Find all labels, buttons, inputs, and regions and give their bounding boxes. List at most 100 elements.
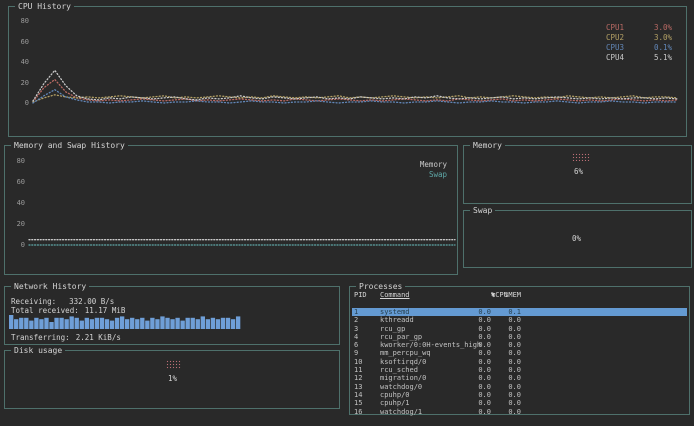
process-cpu: 0.0 [464,399,491,407]
memory-percent: 6% [574,167,583,176]
header-pid[interactable]: PID [354,291,367,299]
network-receiving-chart [9,315,241,329]
legend-value: 3.0% [654,23,672,33]
cpu-ytick-20: 20 [13,80,29,87]
total-received-value: 11.17 MiB [85,306,126,315]
transferring-line: Transferring: 2.21 KiB/s [11,334,121,342]
process-row[interactable]: 10 ksoftirqd/0 0.0 0.0 [352,358,687,366]
memory-swap-chart [27,154,457,254]
cpu-history-chart [31,13,679,117]
process-mem: 0.0 [495,349,521,357]
process-cpu: 0.0 [464,349,491,357]
process-command: rcu_sched [380,366,418,374]
network-history-panel: Network History Receiving:332.00 B/s Tot… [4,286,340,345]
process-row[interactable]: 13 watchdog/0 0.0 0.0 [352,383,687,391]
process-mem: 0.0 [495,408,521,416]
process-command: ksoftirqd/0 [380,358,426,366]
process-row[interactable]: 9 mm_percpu_wq 0.0 0.0 [352,349,687,357]
process-mem: 0.0 [495,333,521,341]
process-mem: 0.0 [495,399,521,407]
legend-row-memory: Memory [420,160,447,170]
process-pid: 16 [354,408,362,416]
receiving-value: 332.00 B/s [69,297,114,306]
memory-gauge-title: Memory [470,141,505,150]
process-pid: 1 [354,308,358,316]
process-cpu: 0.0 [464,325,491,333]
process-mem: 0.0 [495,316,521,324]
cpu-ytick-0: 0 [13,100,29,107]
process-row[interactable]: 3 rcu_gp 0.0 0.0 [352,325,687,333]
cpu-history-title: CPU History [15,2,74,11]
cpu-ytick-40: 40 [13,59,29,66]
mem-ytick-0: 0 [9,242,25,249]
transferring-label: Transferring: [11,333,70,342]
memory-meter [572,153,590,161]
header-mem[interactable]: %MEM [495,291,521,299]
receiving-label: Receiving: [11,297,56,306]
terminal-screen: { "colors": { "background": "#292929", "… [0,0,694,426]
process-rows: 1 systemd 0.0 0.1 2 kthreadd 0.0 0.0 3 r… [352,308,687,416]
mem-ytick-20: 20 [9,221,25,228]
transferring-value: 2.21 KiB/s [76,333,121,342]
process-row[interactable]: 12 migration/0 0.0 0.0 [352,374,687,382]
disk-percent: 1% [168,374,177,383]
process-table-header: PID Command %CPU▼ %MEM [352,291,687,300]
process-command: kthreadd [380,316,414,324]
process-command: watchdog/0 [380,383,422,391]
process-cpu: 0.0 [464,316,491,324]
process-pid: 14 [354,391,362,399]
cpu-history-panel: CPU History 80 60 40 20 0 CPU1 3.0% CPU2… [8,6,687,137]
total-received-label: Total received: [11,306,79,315]
process-mem: 0.0 [495,341,521,349]
process-cpu: 0.0 [464,308,491,316]
mem-ytick-60: 60 [9,179,25,186]
swap-gauge-title: Swap [470,206,495,215]
network-history-title: Network History [11,282,89,291]
process-pid: 10 [354,358,362,366]
process-command: rcu_gp [380,325,405,333]
process-pid: 3 [354,325,358,333]
cpu-legend: CPU1 3.0% CPU2 3.0% CPU3 0.1% CPU4 5.1% [606,23,672,63]
memory-swap-history-panel: Memory and Swap History 80 60 40 20 0 Me… [4,145,458,275]
process-row[interactable]: 1 systemd 0.0 0.1 [352,308,687,316]
memory-swap-legend: Memory Swap [420,160,447,180]
memory-gauge-panel: Memory 6% [463,145,692,204]
process-row[interactable]: 2 kthreadd 0.0 0.0 [352,316,687,324]
process-row[interactable]: 4 rcu_par_gp 0.0 0.0 [352,333,687,341]
process-mem: 0.0 [495,383,521,391]
process-command: cpuhp/1 [380,399,410,407]
legend-row-cpu2: CPU2 3.0% [606,33,672,43]
process-command: mm_percpu_wq [380,349,431,357]
mem-ytick-40: 40 [9,200,25,207]
process-pid: 9 [354,349,358,357]
process-cpu: 0.0 [464,391,491,399]
receiving-line: Receiving: 332.00 B/s [11,298,114,306]
process-row[interactable]: 11 rcu_sched 0.0 0.0 [352,366,687,374]
process-cpu: 0.0 [464,374,491,382]
process-row[interactable]: 14 cpuhp/0 0.0 0.0 [352,391,687,399]
swap-percent: 0% [572,234,581,243]
process-mem: 0.0 [495,358,521,366]
cpu-ytick-60: 60 [13,39,29,46]
process-row[interactable]: 16 watchdog/1 0.0 0.0 [352,408,687,416]
legend-value: 5.1% [654,53,672,63]
swap-gauge-panel: Swap 0% [463,210,692,268]
process-cpu: 0.0 [464,333,491,341]
process-mem: 0.0 [495,374,521,382]
process-row[interactable]: 15 cpuhp/1 0.0 0.0 [352,399,687,407]
processes-title: Processes [356,282,405,291]
process-cpu: 0.0 [464,341,491,349]
process-pid: 13 [354,383,362,391]
process-row[interactable]: 6 kworker/0:0H-events_high 0.0 0.0 [352,341,687,349]
process-pid: 6 [354,341,358,349]
process-mem: 0.1 [495,308,521,316]
header-command[interactable]: Command [380,291,410,299]
memory-swap-title: Memory and Swap History [11,141,128,150]
legend-value: 3.0% [654,33,672,43]
legend-label: CPU3 [606,43,624,53]
disk-usage-panel: Disk usage 1% [4,350,340,409]
process-command: watchdog/1 [380,408,422,416]
process-mem: 0.0 [495,325,521,333]
process-cpu: 0.0 [464,366,491,374]
process-pid: 15 [354,399,362,407]
